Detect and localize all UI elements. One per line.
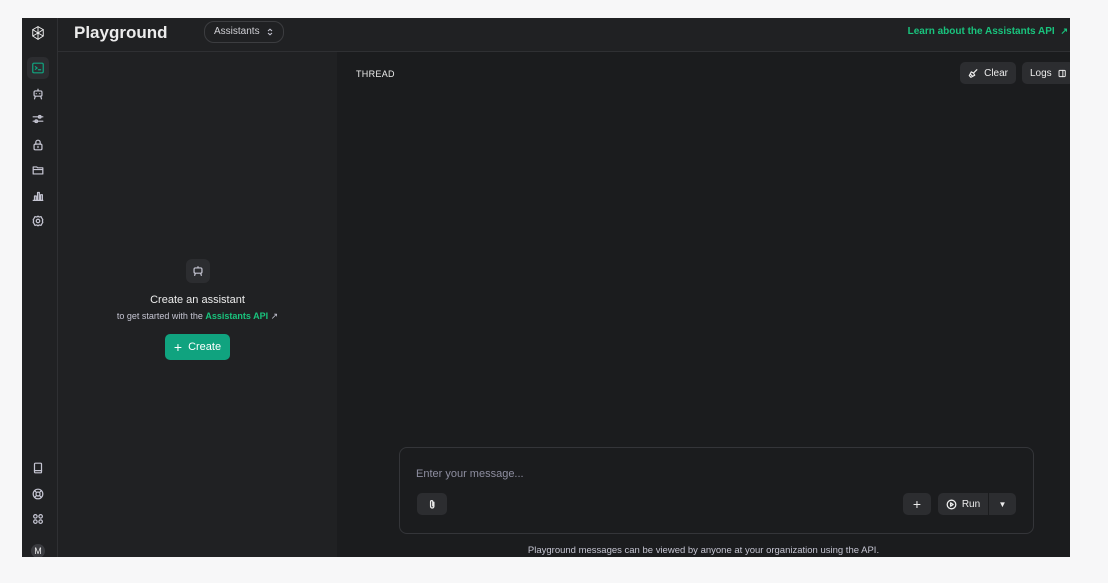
grid-icon (33, 514, 43, 524)
run-button[interactable]: Run (938, 493, 988, 515)
paperclip-icon (429, 499, 435, 509)
bar-chart-icon (32, 191, 44, 201)
nav-rail: M (22, 18, 58, 557)
caret-down-icon: ▼ (998, 499, 1007, 509)
clear-label: Clear (984, 67, 1008, 79)
avatar[interactable]: M (31, 544, 45, 557)
subtitle-prefix: to get started with the (116, 311, 203, 321)
learn-link-label: Learn about the Assistants API (907, 26, 1055, 37)
arrow-up-right-icon: ↗ (270, 311, 279, 321)
empty-state-subtitle: to get started with the Assistants API ↗ (58, 311, 337, 322)
message-composer: + Run ▼ (399, 447, 1034, 534)
run-options-button[interactable]: ▼ (989, 493, 1016, 515)
folder-icon (32, 166, 44, 175)
book-icon (33, 462, 43, 474)
sliders-icon (32, 114, 44, 124)
side-panel-icon (1058, 69, 1066, 77)
empty-state: Create an assistant to get started with … (58, 259, 337, 360)
mode-select[interactable]: Assistants (204, 21, 284, 43)
openai-logo-icon[interactable] (26, 21, 50, 45)
arrow-up-right-icon: ↗ (1060, 26, 1068, 36)
page-title: Playground (74, 23, 168, 42)
logs-button[interactable]: Logs (1022, 62, 1070, 84)
thread-panel: THREAD Clear Logs + Run ▼ Playgr (337, 52, 1070, 557)
nav-docs[interactable] (27, 457, 49, 479)
nav-api-keys[interactable] (27, 134, 49, 156)
nav-fine-tuning[interactable] (27, 108, 49, 130)
assistant-panel: Create an assistant to get started with … (58, 52, 337, 557)
empty-state-title: Create an assistant (150, 294, 245, 306)
create-button-label: Create (188, 341, 222, 353)
app-window: M Playground Assistants Learn about the … (22, 18, 1070, 557)
logs-label: Logs (1030, 67, 1052, 79)
create-assistant-button[interactable]: + Create (164, 334, 231, 360)
add-message-button[interactable]: + (903, 493, 931, 515)
robot-icon (33, 88, 43, 100)
nav-settings[interactable] (27, 210, 49, 232)
mode-select-label: Assistants (214, 26, 260, 37)
top-header: Playground Assistants Learn about the As… (58, 18, 1070, 52)
chevron-up-down-icon (267, 28, 272, 36)
run-label: Run (961, 498, 981, 510)
clear-button[interactable]: Clear (960, 62, 1016, 84)
message-input[interactable] (416, 466, 976, 482)
plus-icon: + (173, 339, 183, 355)
terminal-icon (32, 62, 44, 74)
nav-apps[interactable] (27, 508, 49, 530)
gear-icon (32, 215, 44, 227)
lifebuoy-icon (32, 488, 44, 500)
assistants-api-link[interactable]: Assistants API ↗ (205, 311, 278, 321)
attach-button[interactable] (417, 493, 447, 515)
lock-icon (33, 139, 43, 151)
plus-icon: + (912, 496, 922, 512)
robot-icon (185, 259, 210, 283)
privacy-note: Playground messages can be viewed by any… (527, 545, 880, 556)
nav-help[interactable] (27, 483, 49, 505)
nav-usage[interactable] (27, 185, 49, 207)
assistants-api-link-label: Assistants API (205, 311, 269, 321)
play-circle-icon (946, 499, 957, 509)
thread-heading: THREAD (356, 69, 395, 79)
nav-storage[interactable] (27, 159, 49, 181)
nav-playground[interactable] (27, 57, 49, 79)
learn-assistants-link[interactable]: Learn about the Assistants API ↗ (908, 26, 1068, 37)
broom-icon (968, 68, 978, 78)
nav-assistants[interactable] (27, 83, 49, 105)
